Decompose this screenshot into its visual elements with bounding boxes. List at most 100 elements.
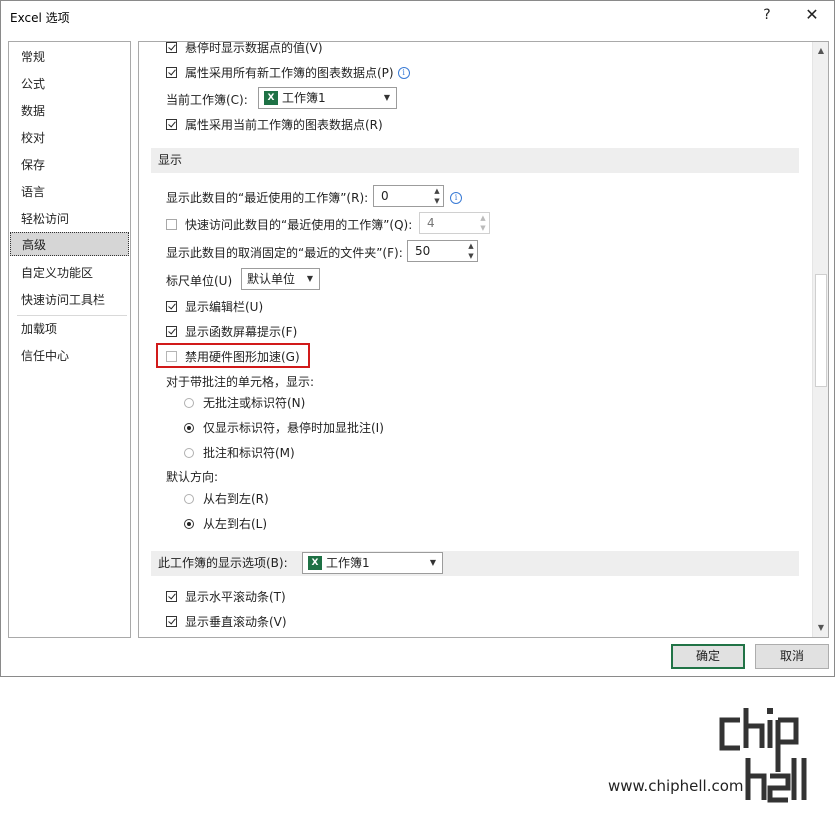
hover-datapoint-option[interactable]: 悬停时显示数据点的值(V) (166, 41, 323, 56)
scroll-up-icon[interactable]: ▲ (814, 44, 828, 58)
watermark-url: www.chiphell.com (608, 777, 744, 795)
section-title: 此工作簿的显示选项(B): (158, 556, 288, 570)
category-nav: 常规 公式 数据 校对 保存 语言 轻松访问 高级 自定义功能区 快速访问工具栏… (8, 41, 131, 638)
unpinned-folders-label: 显示此数目的取消固定的“最近的文件夹”(F): (166, 246, 403, 260)
chiphell-watermark: www.chiphell.com (608, 700, 830, 812)
radio[interactable] (184, 447, 194, 458)
option-label: 悬停时显示数据点的值(V) (185, 41, 323, 55)
info-icon: i (397, 66, 410, 79)
checkbox[interactable] (166, 42, 177, 53)
combo-value: 工作簿1 (282, 91, 326, 105)
option-label: 仅显示标识符，悬停时加显批注(I) (203, 421, 384, 435)
nav-item-formulas[interactable]: 公式 (10, 72, 129, 96)
option-label: 批注和标识符(M) (203, 446, 295, 460)
nav-item-quick-access-toolbar[interactable]: 快速访问工具栏 (10, 288, 129, 312)
comments-indicator-radio[interactable]: 仅显示标识符，悬停时加显批注(I) (184, 419, 384, 436)
show-vscroll-option[interactable]: 显示垂直滚动条(V) (166, 613, 287, 630)
show-hscroll-option[interactable]: 显示水平滚动条(T) (166, 588, 286, 605)
spin-up-icon[interactable]: ▲ (434, 187, 439, 195)
excel-icon: X (264, 91, 278, 105)
radio[interactable] (184, 493, 194, 504)
chevron-down-icon: ▼ (306, 274, 313, 283)
checkbox[interactable] (166, 326, 177, 337)
nav-item-language[interactable]: 语言 (10, 180, 129, 204)
spinner-value: 50 (415, 244, 431, 258)
nav-item-general[interactable]: 常规 (10, 45, 129, 69)
checkbox[interactable] (166, 119, 177, 130)
spin-up-icon[interactable]: ▲ (480, 214, 485, 222)
excel-icon: X (308, 556, 322, 570)
spinner-arrows[interactable]: ▲ ▼ (431, 186, 443, 206)
nav-item-data[interactable]: 数据 (10, 99, 129, 123)
combo-value: 工作簿1 (326, 556, 370, 570)
comments-none-radio[interactable]: 无批注或标识符(N) (184, 394, 305, 411)
direction-ltr-radio[interactable]: 从左到右(L) (184, 515, 267, 532)
radio[interactable] (184, 397, 194, 408)
option-label: 属性采用所有新工作簿的图表数据点(P) (185, 66, 394, 80)
highlight-annotation (156, 343, 310, 368)
checkbox[interactable] (166, 591, 177, 602)
recent-workbooks-spinner[interactable]: 0 ▲ ▼ (373, 185, 444, 207)
radio[interactable] (184, 518, 194, 529)
spin-down-icon[interactable]: ▼ (480, 224, 485, 232)
section-header-workbook-display: 此工作簿的显示选项(B): (151, 551, 799, 576)
spinner-arrows[interactable]: ▲ ▼ (477, 213, 489, 233)
show-formula-bar-option[interactable]: 显示编辑栏(U) (166, 298, 263, 315)
nav-item-add-ins[interactable]: 加载项 (10, 317, 129, 341)
workbook-display-select[interactable]: X 工作簿1 ▼ (302, 552, 443, 574)
comments-label: 对于带批注的单元格，显示: (166, 375, 315, 389)
help-button[interactable]: ? (757, 7, 777, 23)
chart-props-new-option[interactable]: 属性采用所有新工作簿的图表数据点(P) i (166, 64, 410, 81)
vertical-scrollbar[interactable]: ▲ ▼ (812, 42, 828, 637)
checkbox[interactable] (166, 616, 177, 627)
quick-access-workbooks-option[interactable]: 快速访问此数目的“最近使用的工作簿”(Q): (166, 216, 412, 233)
window-title: Excel 选项 (10, 11, 70, 25)
section-header-display: 显示 (151, 148, 799, 173)
scrollbar-thumb[interactable] (815, 274, 827, 387)
direction-rtl-radio[interactable]: 从右到左(R) (184, 490, 269, 507)
nav-item-accessibility[interactable]: 轻松访问 (10, 207, 129, 231)
nav-divider (17, 315, 127, 316)
show-function-tips-option[interactable]: 显示函数屏幕提示(F) (166, 323, 297, 340)
nav-item-customize-ribbon[interactable]: 自定义功能区 (10, 261, 129, 285)
chiphell-logo (719, 708, 807, 803)
close-button[interactable]: ✕ (802, 5, 822, 24)
option-label: 无批注或标识符(N) (203, 396, 306, 410)
advanced-options-pane: 悬停时显示数据点的值(V) 属性采用所有新工作簿的图表数据点(P) i 当前工作… (138, 41, 829, 638)
current-workbook-label: 当前工作簿(C): (166, 93, 248, 107)
quick-access-spinner[interactable]: 4 ▲ ▼ (419, 212, 490, 234)
title-bar: Excel 选项 ? ✕ (1, 1, 834, 33)
chevron-down-icon: ▼ (383, 93, 390, 102)
checkbox[interactable] (166, 67, 177, 78)
nav-item-save[interactable]: 保存 (10, 153, 129, 177)
unpinned-folders-spinner[interactable]: 50 ▲ ▼ (407, 240, 478, 262)
nav-item-proofing[interactable]: 校对 (10, 126, 129, 150)
chart-props-current-option[interactable]: 属性采用当前工作簿的图表数据点(R) (166, 116, 383, 133)
combo-value: 默认单位 (247, 272, 296, 286)
chevron-down-icon: ▼ (429, 558, 436, 567)
current-workbook-select[interactable]: X 工作簿1 ▼ (258, 87, 397, 109)
option-label: 显示编辑栏(U) (185, 300, 264, 314)
option-label: 显示水平滚动条(T) (185, 590, 286, 604)
scroll-down-icon[interactable]: ▼ (814, 621, 828, 635)
cancel-button[interactable]: 取消 (755, 644, 829, 669)
checkbox[interactable] (166, 219, 177, 230)
ruler-units-label: 标尺单位(U) (166, 274, 233, 288)
spin-up-icon[interactable]: ▲ (468, 242, 473, 250)
radio[interactable] (184, 422, 194, 433)
info-icon: i (450, 192, 462, 204)
excel-options-dialog: Excel 选项 ? ✕ 常规 公式 数据 校对 保存 语言 轻松访问 高级 自… (0, 0, 835, 677)
option-label: 快速访问此数目的“最近使用的工作簿”(Q): (185, 218, 413, 232)
direction-label: 默认方向: (166, 470, 219, 484)
recent-workbooks-label: 显示此数目的“最近使用的工作簿”(R): (166, 191, 369, 205)
checkbox[interactable] (166, 301, 177, 312)
ruler-units-select[interactable]: 默认单位 ▼ (241, 268, 320, 290)
comments-both-radio[interactable]: 批注和标识符(M) (184, 444, 295, 461)
spinner-arrows[interactable]: ▲ ▼ (465, 241, 477, 261)
spin-down-icon[interactable]: ▼ (468, 252, 473, 260)
ok-button[interactable]: 确定 (671, 644, 745, 669)
nav-item-advanced[interactable]: 高级 (10, 232, 129, 256)
spinner-value: 0 (381, 189, 389, 203)
nav-item-trust-center[interactable]: 信任中心 (10, 344, 129, 368)
spin-down-icon[interactable]: ▼ (434, 197, 439, 205)
